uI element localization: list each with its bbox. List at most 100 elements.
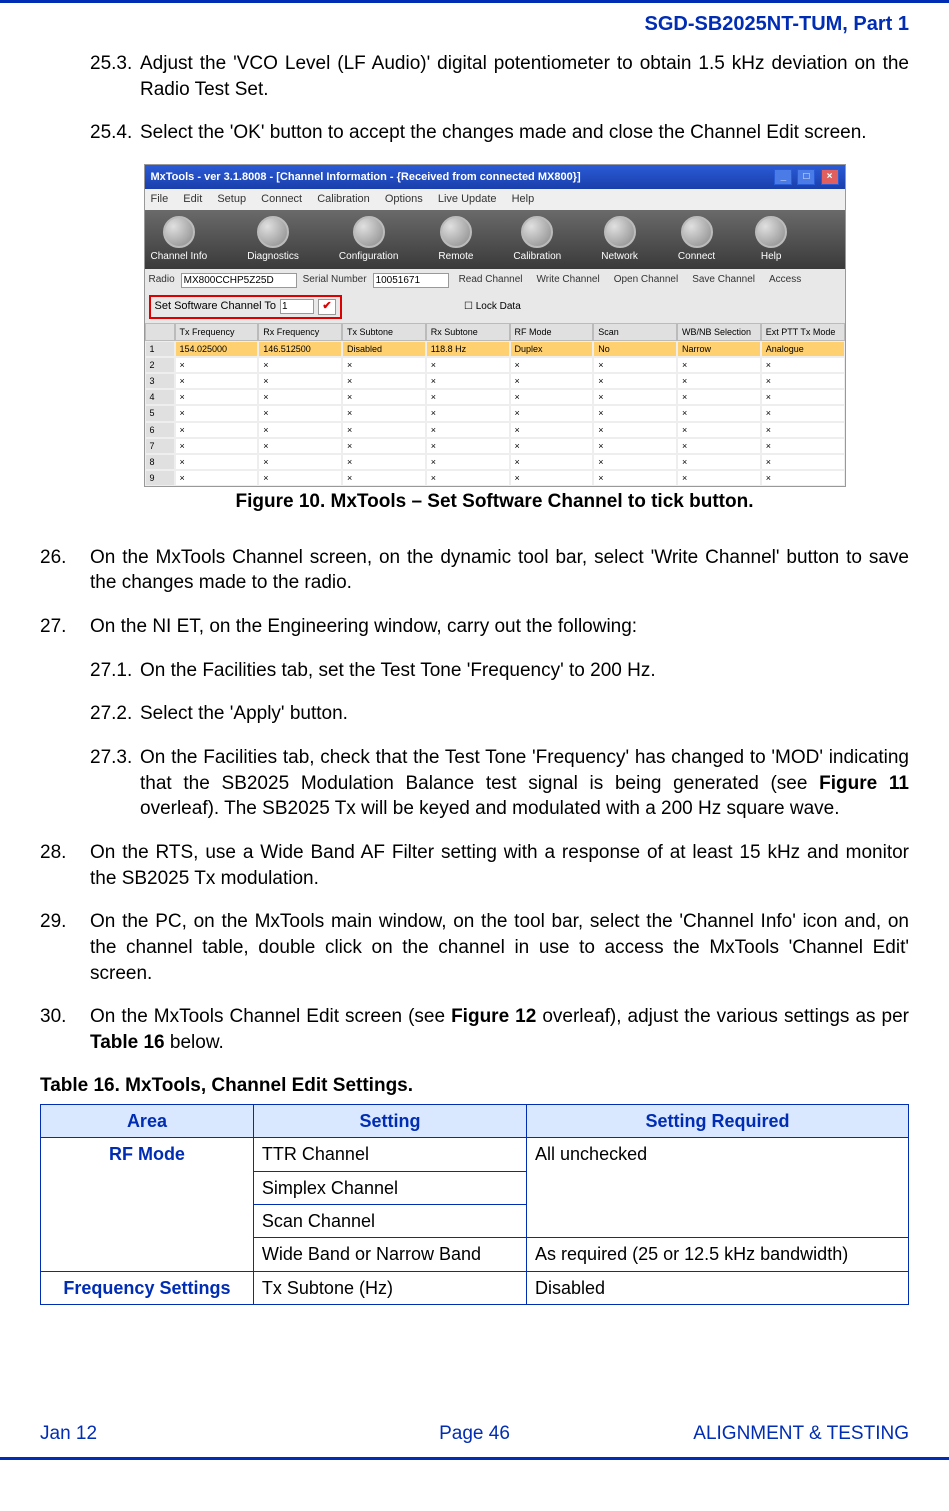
step-text: On the Facilities tab, check that the Te… (140, 745, 909, 822)
cell-setting: TTR Channel (253, 1138, 526, 1171)
step-number: 25.4. (90, 120, 140, 146)
step-30: 30. On the MxTools Channel Edit screen (… (40, 1004, 909, 1055)
step-text: On the RTS, use a Wide Band AF Filter se… (90, 840, 909, 891)
cell-required: All unchecked (527, 1138, 909, 1238)
grid-row[interactable]: 7×××××××× (145, 438, 845, 454)
step-text: On the MxTools Channel Edit screen (see … (90, 1004, 909, 1055)
grid-row[interactable]: 2×××××××× (145, 357, 845, 373)
step-number: 26. (40, 545, 90, 596)
write-channel-button[interactable]: Write Channel (533, 272, 604, 288)
step-text: Select the 'OK' button to accept the cha… (140, 120, 867, 146)
grid-row[interactable]: 5×××××××× (145, 405, 845, 421)
menubar: File Edit Setup Connect Calibration Opti… (145, 189, 845, 210)
grid-row[interactable]: 6×××××××× (145, 422, 845, 438)
cell-freqsettings: Frequency Settings (41, 1271, 254, 1304)
minimize-button[interactable]: _ (774, 169, 792, 185)
table-16-title: Table 16. MxTools, Channel Edit Settings… (40, 1073, 909, 1099)
step-text: On the NI ET, on the Engineering window,… (90, 614, 637, 640)
cell-rfmode: RF Mode (41, 1138, 254, 1271)
step-25-4: 25.4. Select the 'OK' button to accept t… (90, 120, 909, 146)
toolbar-configuration[interactable]: Configuration (339, 216, 398, 264)
menu-options[interactable]: Options (385, 193, 423, 205)
set-software-channel-input[interactable] (280, 299, 314, 314)
access-button[interactable]: Access (765, 272, 805, 288)
step-text: Select the 'Apply' button. (140, 701, 348, 727)
th-area: Area (41, 1105, 254, 1138)
menu-calibration[interactable]: Calibration (317, 193, 370, 205)
toolbar-channel-info[interactable]: Channel Info (151, 216, 208, 264)
cell-setting: Simplex Channel (253, 1171, 526, 1204)
grid-row[interactable]: 4×××××××× (145, 389, 845, 405)
window-title: MxTools - ver 3.1.8008 - [Channel Inform… (151, 170, 581, 185)
step-number: 27.2. (90, 701, 140, 727)
step-text: On the MxTools Channel screen, on the dy… (90, 545, 909, 596)
toolbar-connect[interactable]: Connect (678, 216, 715, 264)
window-titlebar: MxTools - ver 3.1.8008 - [Channel Inform… (145, 165, 845, 189)
tick-button[interactable]: ✔ (318, 299, 336, 315)
th-required: Setting Required (527, 1105, 909, 1138)
table-16: Area Setting Setting Required RF Mode TT… (40, 1104, 909, 1305)
radio-label: Radio (149, 273, 175, 287)
grid-row-1[interactable]: 1 154.025000 146.512500 Disabled 118.8 H… (145, 341, 845, 357)
step-text: On the PC, on the MxTools main window, o… (90, 909, 909, 986)
cell-required: As required (25 or 12.5 kHz bandwidth) (527, 1238, 909, 1271)
step-number: 30. (40, 1004, 90, 1055)
set-software-channel-box: Set Software Channel To ✔ (149, 295, 342, 319)
menu-connect[interactable]: Connect (261, 193, 302, 205)
infobar: Radio Serial Number Read Channel Write C… (145, 269, 845, 291)
step-number: 29. (40, 909, 90, 986)
cell-setting: Scan Channel (253, 1204, 526, 1237)
grid-row[interactable]: 8×××××××× (145, 454, 845, 470)
step-27-3: 27.3. On the Facilities tab, check that … (90, 745, 909, 822)
menu-edit[interactable]: Edit (183, 193, 202, 205)
menu-liveupdate[interactable]: Live Update (438, 193, 497, 205)
toolbar-network[interactable]: Network (601, 216, 638, 264)
step-27-1: 27.1. On the Facilities tab, set the Tes… (90, 658, 909, 684)
figure-10-caption: Figure 10. MxTools – Set Software Channe… (80, 489, 909, 515)
toolbar-calibration[interactable]: Calibration (513, 216, 561, 264)
step-27: 27. On the NI ET, on the Engineering win… (40, 614, 909, 640)
serial-label: Serial Number (303, 273, 367, 287)
open-channel-button[interactable]: Open Channel (610, 272, 683, 288)
step-number: 27. (40, 614, 90, 640)
cell-setting: Tx Subtone (Hz) (253, 1271, 526, 1304)
lock-data-checkbox[interactable]: ☐ Lock Data (464, 300, 521, 314)
figure-10: MxTools - ver 3.1.8008 - [Channel Inform… (80, 164, 909, 515)
step-number: 25.3. (90, 51, 140, 102)
step-26: 26. On the MxTools Channel screen, on th… (40, 545, 909, 596)
step-text: On the Facilities tab, set the Test Tone… (140, 658, 656, 684)
footer-page: Page 46 (40, 1423, 909, 1445)
cell-setting: Wide Band or Narrow Band (253, 1238, 526, 1271)
window-controls: _ □ × (772, 169, 838, 185)
save-channel-button[interactable]: Save Channel (688, 272, 759, 288)
grid-header: Tx Frequency Rx Frequency Tx Subtone Rx … (145, 323, 845, 341)
step-25-3: 25.3. Adjust the 'VCO Level (LF Audio)' … (90, 51, 909, 102)
page-footer: Jan 12 Page 46 ALIGNMENT & TESTING (40, 1423, 909, 1445)
step-29: 29. On the PC, on the MxTools main windo… (40, 909, 909, 986)
cell-required: Disabled (527, 1271, 909, 1304)
th-setting: Setting (253, 1105, 526, 1138)
radio-input[interactable] (181, 273, 297, 288)
step-text: Adjust the 'VCO Level (LF Audio)' digita… (140, 51, 909, 102)
read-channel-button[interactable]: Read Channel (455, 272, 527, 288)
step-27-2: 27.2. Select the 'Apply' button. (90, 701, 909, 727)
step-number: 27.3. (90, 745, 140, 822)
grid-row[interactable]: 9×××××××× (145, 470, 845, 486)
step-28: 28. On the RTS, use a Wide Band AF Filte… (40, 840, 909, 891)
toolbar-help[interactable]: Help (755, 216, 787, 264)
step-number: 27.1. (90, 658, 140, 684)
grid-row[interactable]: 3×××××××× (145, 373, 845, 389)
set-software-channel-label: Set Software Channel To (155, 299, 276, 314)
menu-setup[interactable]: Setup (217, 193, 246, 205)
close-button[interactable]: × (821, 169, 839, 185)
maximize-button[interactable]: □ (797, 169, 815, 185)
serial-input[interactable] (373, 273, 449, 288)
toolbar-remote[interactable]: Remote (438, 216, 473, 264)
menu-help[interactable]: Help (512, 193, 535, 205)
toolbar: Channel Info Diagnostics Configuration R… (145, 210, 845, 270)
mxtools-window: MxTools - ver 3.1.8008 - [Channel Inform… (144, 164, 846, 487)
doc-header: SGD-SB2025NT-TUM, Part 1 (40, 13, 909, 36)
toolbar-diagnostics[interactable]: Diagnostics (247, 216, 299, 264)
menu-file[interactable]: File (151, 193, 169, 205)
step-number: 28. (40, 840, 90, 891)
